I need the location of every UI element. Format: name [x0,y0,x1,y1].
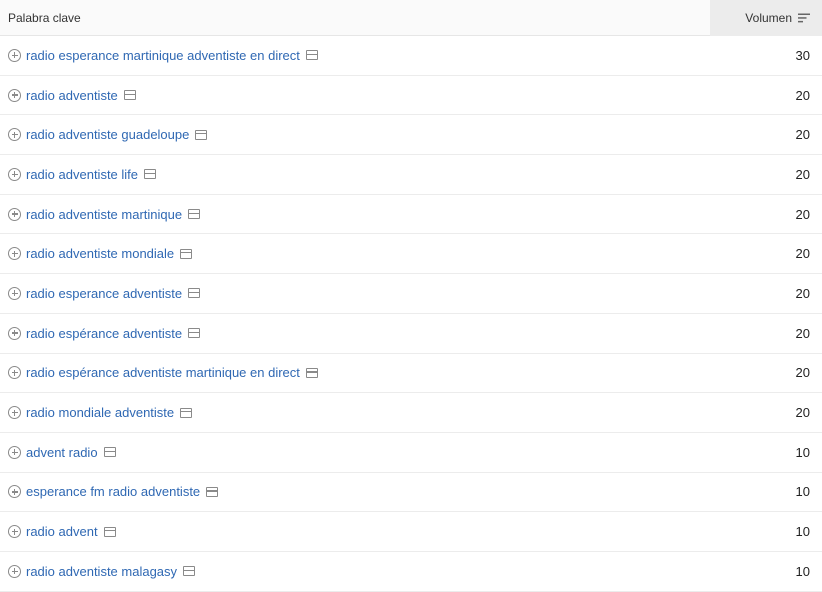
serp-preview-icon[interactable] [144,169,157,180]
volume-value: 30 [795,47,810,63]
add-keyword-icon[interactable] [8,406,21,420]
serp-preview-icon[interactable] [188,288,201,299]
table-row: radio esperance martinique adventiste en… [0,36,822,76]
keyword-link[interactable]: radio esperance adventiste [26,286,182,301]
table-row: radio adventiste martinique 20 [0,195,822,235]
table-row: radio adventiste life 20 [0,155,822,195]
volume-value: 20 [795,87,810,103]
volume-value: 20 [795,166,810,182]
keyword-link[interactable]: radio adventiste martinique [26,207,182,222]
keyword-link[interactable]: radio adventiste mondiale [26,246,174,261]
keyword-link[interactable]: radio adventiste malagasy [26,564,177,579]
volume-value: 10 [795,524,810,540]
serp-preview-icon[interactable] [195,129,208,140]
add-keyword-icon[interactable] [8,286,21,300]
add-keyword-icon[interactable] [8,167,21,181]
volume-value: 20 [795,365,810,381]
keywords-table: Palabra clave Volumen radio esperance ma… [0,0,822,592]
serp-preview-icon[interactable] [305,367,318,378]
serp-preview-icon[interactable] [305,50,318,61]
add-keyword-icon[interactable] [8,128,21,142]
table-row: radio mondiale adventiste 20 [0,393,822,433]
keyword-link[interactable]: radio esperance martinique adventiste en… [26,48,300,63]
keyword-link[interactable]: radio espérance adventiste martinique en… [26,365,300,380]
volume-value: 20 [795,325,810,341]
keyword-link[interactable]: radio mondiale adventiste [26,405,174,420]
add-keyword-icon[interactable] [8,247,21,261]
serp-preview-icon[interactable] [123,90,136,101]
serp-preview-icon[interactable] [183,566,196,577]
table-row: radio adventiste guadeloupe 20 [0,115,822,156]
table-row: radio adventiste malagasy 10 [0,552,822,592]
volume-value: 10 [795,444,810,460]
keyword-link[interactable]: radio adventiste guadeloupe [26,127,189,142]
table-row: radio espérance adventiste 20 [0,314,822,354]
volume-value: 20 [795,127,810,143]
keyword-link[interactable]: radio espérance adventiste [26,326,182,341]
keyword-link[interactable]: radio adventiste [26,88,118,103]
keyword-link[interactable]: radio adventiste life [26,167,138,182]
serp-preview-icon[interactable] [103,526,116,537]
add-keyword-icon[interactable] [8,48,21,62]
add-keyword-icon[interactable] [8,525,21,539]
table-row: esperance fm radio adventiste 10 [0,473,822,513]
keyword-link[interactable]: radio advent [26,524,98,539]
volume-value: 20 [795,206,810,222]
table-row: radio espérance adventiste martinique en… [0,354,822,394]
table-row: radio esperance adventiste 20 [0,274,822,314]
add-keyword-icon[interactable] [8,445,21,459]
add-keyword-icon[interactable] [8,485,21,499]
volume-column-header[interactable]: Volumen [710,0,822,36]
volume-value: 20 [795,405,810,421]
table-row: radio adventiste 20 [0,76,822,116]
add-keyword-icon[interactable] [8,366,21,380]
add-keyword-icon[interactable] [8,207,21,221]
table-header: Palabra clave Volumen [0,0,822,36]
sort-icon[interactable] [798,13,810,23]
keyword-link[interactable]: esperance fm radio adventiste [26,484,200,499]
add-keyword-icon[interactable] [8,88,21,102]
keyword-link[interactable]: advent radio [26,445,98,460]
serp-preview-icon[interactable] [103,447,116,458]
serp-preview-icon[interactable] [180,248,193,259]
add-keyword-icon[interactable] [8,326,21,340]
serp-preview-icon[interactable] [188,209,201,220]
table-row: advent radio 10 [0,433,822,473]
table-row: radio adventiste mondiale 20 [0,234,822,275]
volume-value: 10 [795,484,810,500]
table-row: radio advent 10 [0,512,822,552]
serp-preview-icon[interactable] [180,407,193,418]
volume-header-label: Volumen [745,10,792,25]
serp-preview-icon[interactable] [206,486,219,497]
serp-preview-icon[interactable] [188,328,201,339]
volume-value: 20 [795,285,810,301]
volume-value: 10 [795,563,810,579]
add-keyword-icon[interactable] [8,564,21,578]
volume-value: 20 [795,246,810,262]
keyword-column-header: Palabra clave [8,10,81,25]
